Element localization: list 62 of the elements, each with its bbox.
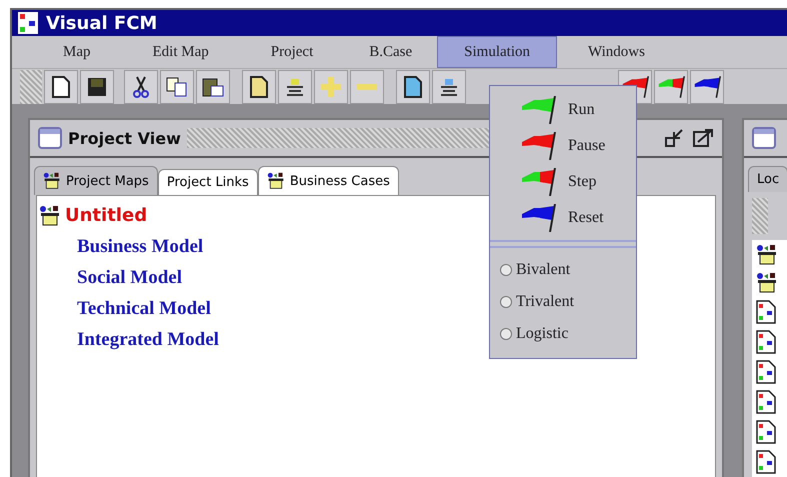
menu-item[interactable]: Edit Map — [122, 36, 240, 68]
menu-item[interactable]: Run — [490, 92, 636, 128]
tree-item[interactable]: Technical Model — [77, 293, 211, 324]
tree-item[interactable]: Social Model — [77, 262, 182, 293]
tree-item[interactable]: Business Model — [77, 231, 204, 262]
map-file-icon[interactable] — [756, 450, 776, 474]
map-file-icon[interactable] — [756, 330, 776, 354]
toolbar-button[interactable] — [278, 70, 312, 104]
radio-menu-item[interactable]: Bivalent — [490, 254, 636, 286]
menu-item[interactable]: Simulation — [437, 36, 558, 68]
project-icon[interactable] — [756, 244, 778, 266]
project-icon — [39, 204, 61, 226]
toolbar-button[interactable] — [396, 70, 430, 104]
window-title: Visual FCM — [46, 12, 158, 34]
menu-item[interactable]: Step — [490, 164, 636, 200]
map-file-icon[interactable] — [756, 360, 776, 384]
toolbar-grip[interactable] — [20, 70, 42, 104]
project-icon — [266, 172, 285, 190]
scissors-icon — [133, 76, 149, 98]
toolbar-button[interactable] — [124, 70, 158, 104]
radio-menu-item[interactable]: Trivalent — [490, 286, 636, 318]
page-icon — [250, 76, 268, 98]
flag-icon — [694, 76, 720, 98]
plus-icon — [319, 74, 343, 99]
clipboard-icon — [202, 76, 224, 98]
toolbar-button[interactable] — [690, 70, 724, 104]
tab[interactable]: Project Maps — [34, 166, 158, 195]
menu-item[interactable]: Reset — [490, 200, 636, 236]
project-icon[interactable] — [756, 272, 778, 294]
minus-icon — [357, 84, 377, 90]
menu-item[interactable]: Windows — [557, 36, 676, 68]
toolbar-button[interactable] — [242, 70, 276, 104]
map-file-icon[interactable] — [756, 420, 776, 444]
tree-item[interactable]: Integrated Model — [77, 324, 219, 355]
tab[interactable]: Business Cases — [258, 166, 399, 195]
tree-item[interactable]: Untitled — [65, 200, 148, 231]
toolbar-button[interactable] — [196, 70, 230, 104]
page-icon — [52, 76, 70, 98]
tab[interactable]: Project Links — [158, 169, 258, 195]
copy-icon — [166, 76, 188, 97]
flag-icon — [658, 76, 684, 98]
maximize-icon[interactable] — [692, 128, 714, 148]
toolbar-button[interactable] — [160, 70, 194, 104]
window-icon — [752, 127, 776, 149]
map-file-icon[interactable] — [756, 390, 776, 414]
toolbar-button[interactable] — [44, 70, 78, 104]
menu-item[interactable]: B.Case — [344, 36, 438, 68]
toolbar-button[interactable] — [432, 70, 466, 104]
radio-menu-item[interactable]: Logistic — [490, 318, 636, 350]
window-icon — [38, 127, 62, 149]
toolbar-button[interactable] — [654, 70, 688, 104]
menu-item[interactable]: Project — [240, 36, 344, 68]
project-icon — [43, 172, 61, 190]
tab[interactable]: Loc — [748, 166, 787, 192]
app-icon — [18, 12, 38, 34]
menu-item[interactable]: Pause — [490, 128, 636, 164]
map-file-icon[interactable] — [756, 300, 776, 324]
toolbar-button[interactable] — [80, 70, 114, 104]
menu-item[interactable]: Map — [32, 36, 122, 68]
panel-title: Project View — [68, 128, 181, 148]
toolbar-grip[interactable] — [752, 198, 768, 234]
page-icon — [404, 76, 422, 98]
